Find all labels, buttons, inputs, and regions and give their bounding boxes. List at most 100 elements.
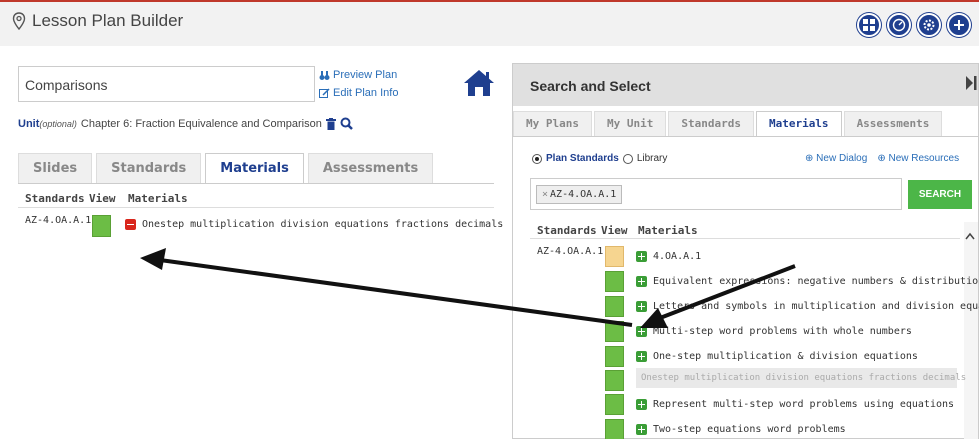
remove-icon[interactable] (125, 219, 136, 230)
results-standard: AZ-4.OA.A.1 (537, 246, 604, 257)
search-input[interactable]: × AZ-4.OA.A.1 (530, 178, 902, 210)
left-row-standard: AZ-4.OA.A.1 (25, 215, 92, 226)
results-header: Standards View Materials (537, 224, 698, 237)
material-label: Multi-step word problems with whole numb… (653, 326, 912, 337)
col-materials: Materials (128, 192, 188, 205)
collapse-panel-icon[interactable] (966, 76, 978, 90)
app-title: Lesson Plan Builder (32, 11, 184, 30)
results-col-standards: Standards (537, 224, 597, 237)
tab-assessments[interactable]: Assessments (307, 153, 434, 183)
view-material-icon[interactable] (92, 215, 111, 237)
app-title-group: Lesson Plan Builder (12, 11, 183, 31)
new-dialog-link[interactable]: ⊕ New Dialog (805, 153, 867, 164)
standard-chip[interactable]: × AZ-4.OA.A.1 (536, 185, 623, 204)
source-radios: Plan Standards Library (532, 153, 667, 164)
add-icon[interactable] (636, 301, 647, 312)
tab-my-plans[interactable]: My Plans (513, 111, 592, 136)
material-label: Equivalent expressions: negative numbers… (653, 276, 979, 287)
unit-label: Unit (18, 117, 40, 130)
view-material-icon[interactable] (605, 419, 624, 439)
edit-plan-link[interactable]: Edit Plan Info (319, 84, 398, 102)
edit-plan-label: Edit Plan Info (333, 87, 399, 99)
material-label: Two-step equations word problems (653, 424, 846, 435)
add-icon[interactable] (636, 251, 647, 262)
new-links: ⊕ New Dialog ⊕ New Resources (805, 153, 959, 164)
table-row: Onestep multiplication division equation… (125, 219, 503, 230)
home-icon[interactable] (462, 68, 496, 98)
plan-links: Preview Plan Edit Plan Info (319, 66, 398, 102)
list-item: Equivalent expressions: negative numbers… (605, 271, 979, 292)
material-label: 4.OA.A.1 (653, 251, 702, 262)
new-resources-label: New Resources (888, 153, 960, 164)
search-button[interactable]: SEARCH (908, 180, 972, 209)
view-material-icon[interactable] (605, 296, 624, 317)
view-material-icon[interactable] (605, 321, 624, 342)
added-material-label: Onestep multiplication division equation… (641, 373, 967, 383)
radio-plan-standards-label: Plan Standards (546, 153, 619, 164)
add-icon[interactable] (636, 276, 647, 287)
search-panel: Search and Select My Plans My Unit Stand… (512, 63, 979, 439)
material-label: One-step multiplication & division equat… (653, 351, 918, 362)
view-material-icon[interactable] (605, 346, 624, 367)
list-item (605, 370, 624, 391)
list-item: Two-step equations word problems (605, 419, 846, 439)
gauge-icon[interactable] (887, 13, 911, 37)
unit-line: Unit(optional) Chapter 6: Fraction Equiv… (18, 117, 353, 130)
list-item: Represent multi-step word problems using… (605, 394, 954, 415)
list-item: 4.OA.A.1 (605, 246, 701, 267)
tab-slides[interactable]: Slides (18, 153, 93, 183)
tab-materials[interactable]: Materials (205, 153, 304, 183)
unit-optional: (optional) (39, 118, 77, 129)
tab-divider (18, 183, 494, 184)
new-dialog-label: New Dialog (816, 153, 868, 164)
material-label: Letters and symbols in multiplication an… (653, 301, 979, 312)
left-table-header: Standards View Materials (25, 192, 188, 205)
header-actions (857, 13, 971, 37)
document-icon[interactable] (605, 246, 624, 267)
col-standards: Standards (25, 192, 85, 205)
radio-library[interactable] (622, 153, 633, 164)
results-col-view: View (601, 224, 628, 237)
add-icon[interactable] (636, 399, 647, 410)
new-resources-link[interactable]: ⊕ New Resources (877, 153, 959, 164)
material-label: Represent multi-step word problems using… (653, 399, 955, 410)
add-icon[interactable] (636, 351, 647, 362)
preview-plan-link[interactable]: Preview Plan (319, 66, 398, 84)
preview-plan-label: Preview Plan (333, 69, 398, 81)
plus-icon[interactable] (947, 13, 971, 37)
plan-name-input[interactable]: Comparisons (18, 66, 315, 102)
chip-remove-icon[interactable]: × (542, 189, 548, 200)
search-panel-title: Search and Select (530, 78, 651, 94)
tab-assessments-search[interactable]: Assessments (843, 111, 943, 136)
results-scrollbar[interactable] (964, 222, 978, 439)
search-panel-header: Search and Select (513, 64, 978, 106)
view-material-icon[interactable] (605, 370, 624, 391)
arrow-head-left-icon (140, 248, 166, 270)
list-item: Letters and symbols in multiplication an… (605, 296, 979, 317)
col-view: View (89, 192, 116, 205)
radio-library-label: Library (636, 153, 668, 164)
left-row-material: Onestep multiplication division equation… (142, 219, 504, 230)
list-item: One-step multiplication & division equat… (605, 346, 918, 367)
left-tabs: Slides Standards Materials Assessments (18, 153, 434, 183)
tab-standards-search[interactable]: Standards (668, 111, 754, 136)
unit-value: Chapter 6: Fraction Equivalence and Comp… (80, 117, 322, 130)
tab-materials-search[interactable]: Materials (755, 111, 842, 136)
binoculars-icon (319, 70, 330, 80)
results-col-materials: Materials (638, 224, 698, 237)
trash-icon[interactable] (325, 117, 336, 130)
tab-standards[interactable]: Standards (96, 153, 202, 183)
header-divider (18, 207, 494, 208)
tab-my-unit[interactable]: My Unit (593, 111, 667, 136)
list-item: Multi-step word problems with whole numb… (605, 321, 912, 342)
view-material-icon[interactable] (605, 394, 624, 415)
chip-label: AZ-4.OA.A.1 (550, 189, 617, 200)
grid-icon[interactable] (857, 13, 881, 37)
add-icon[interactable] (636, 424, 647, 435)
add-icon[interactable] (636, 326, 647, 337)
view-material-icon[interactable] (605, 271, 624, 292)
scroll-up-icon[interactable] (965, 232, 975, 240)
search-icon[interactable] (340, 117, 353, 130)
gear-icon[interactable] (917, 13, 941, 37)
radio-plan-standards[interactable] (532, 153, 542, 164)
